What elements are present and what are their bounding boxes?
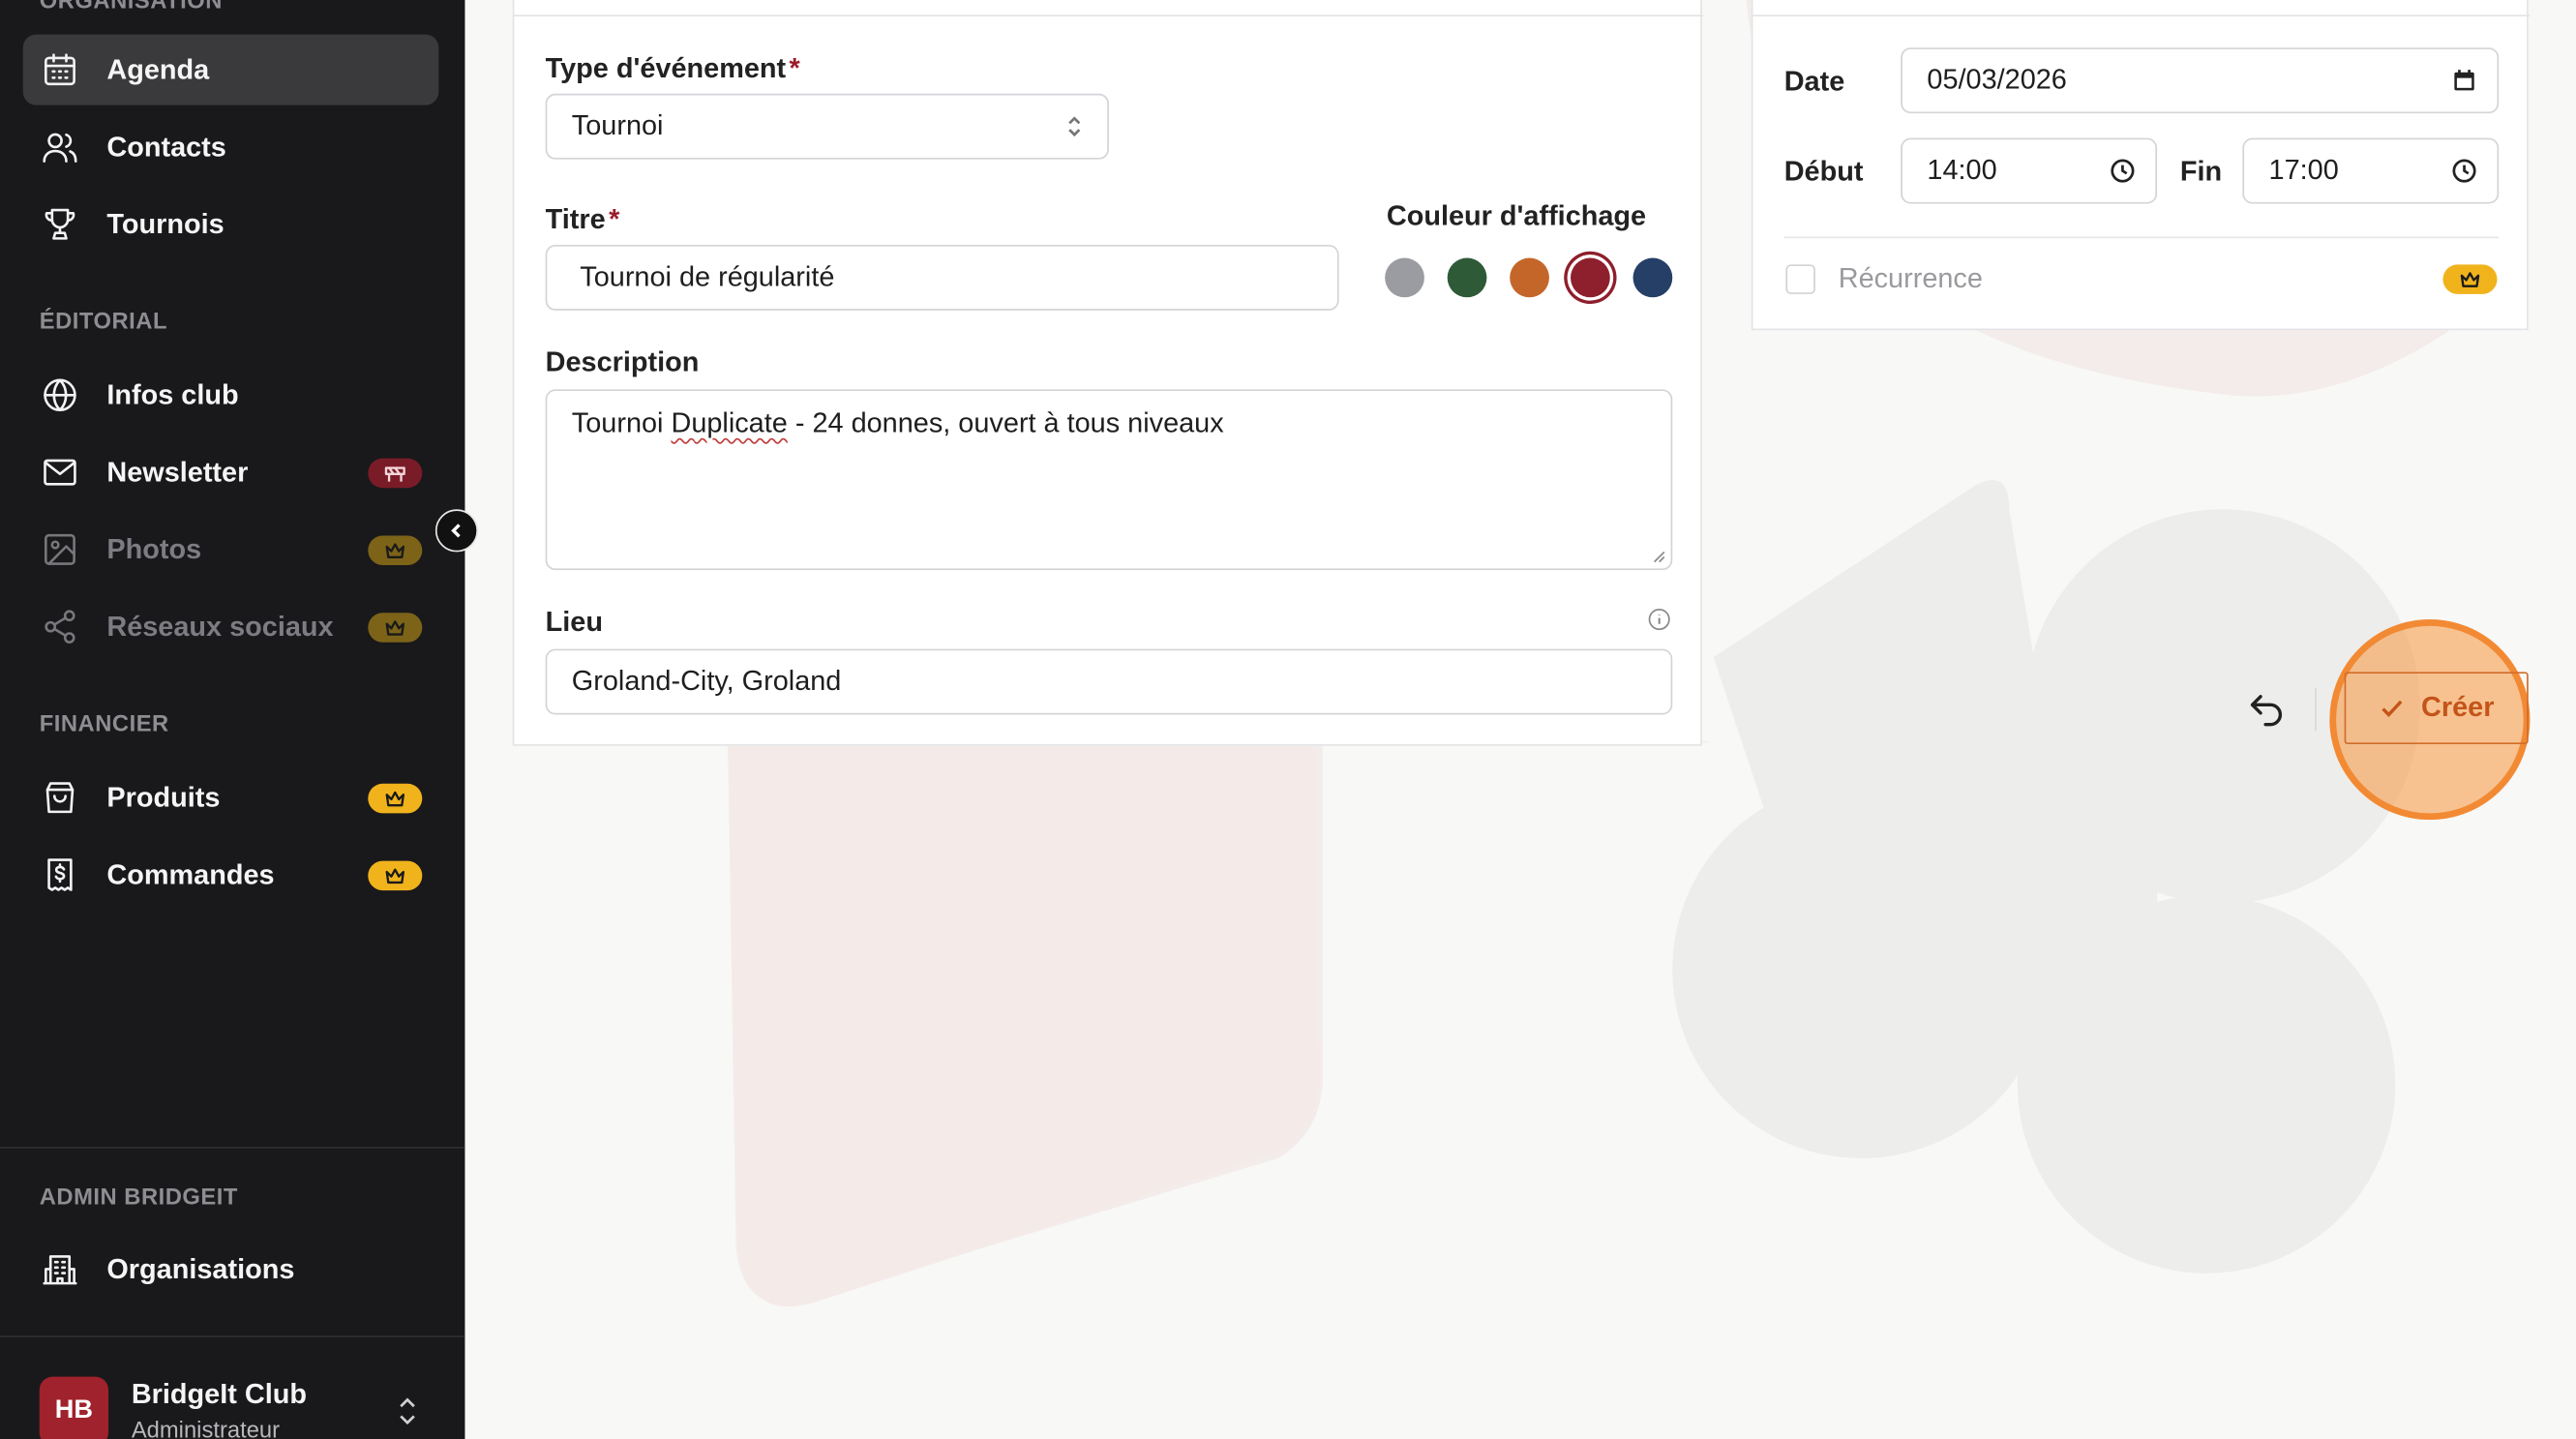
location-value: Groland-City, Groland (571, 665, 842, 697)
date-label: Date (1783, 65, 1845, 98)
section-label-organisation: ORGANISATION (39, 0, 223, 14)
users-icon (40, 128, 79, 167)
sidebar-item-commandes[interactable]: Commandes (23, 840, 439, 911)
event-type-value: Tournoi (571, 109, 664, 142)
calendar-icon (40, 50, 79, 90)
description-textarea[interactable]: Tournoi Duplicate - 24 donnes, ouvert à … (545, 389, 1673, 571)
sidebar-divider (0, 1146, 465, 1149)
sidebar-item-newsletter[interactable]: Newsletter (23, 437, 439, 508)
event-type-select[interactable]: Tournoi (545, 93, 1109, 160)
sidebar-item-produits[interactable]: Produits (23, 763, 439, 833)
premium-crown-badge (368, 783, 423, 814)
sidebar-item-label: Tournois (106, 207, 225, 240)
divider (1783, 236, 2500, 239)
color-swatch-red-selected[interactable] (1571, 257, 1610, 298)
sidebar-collapse-button[interactable] (434, 509, 479, 553)
start-label: Début (1783, 156, 1864, 188)
clock-icon[interactable] (2451, 158, 2477, 184)
chevrons-up-down-icon (1062, 113, 1088, 139)
sidebar-item-photos[interactable]: Photos (23, 514, 439, 585)
sidebar-item-reseaux-sociaux[interactable]: Réseaux sociaux (23, 591, 439, 662)
section-label-admin: ADMIN BRIDGEIT (39, 1183, 238, 1210)
trophy-icon (40, 204, 79, 244)
section-label-financier: FINANCIER (39, 709, 169, 736)
color-swatch-orange[interactable] (1510, 257, 1549, 298)
description-value: Tournoi Duplicate - 24 donnes, ouvert à … (571, 407, 1224, 439)
sidebar-item-label: Photos (106, 532, 202, 565)
sidebar-item-contacts[interactable]: Contacts (23, 111, 439, 182)
calendar-icon[interactable] (2451, 68, 2477, 94)
sidebar: ORGANISATION Agenda Contacts Tournois ÉD… (0, 0, 465, 1439)
section-label-editorial: ÉDITORIAL (39, 307, 167, 334)
title-input[interactable]: Tournoi de régularité (545, 244, 1339, 311)
undo-icon (2250, 695, 2283, 727)
sidebar-item-label: Réseaux sociaux (106, 610, 334, 642)
color-swatch-grey[interactable] (1385, 257, 1424, 298)
location-input[interactable]: Groland-City, Groland (545, 648, 1673, 715)
premium-crown-badge (368, 613, 423, 643)
receipt-icon (40, 855, 79, 895)
date-value: 05/03/2026 (1927, 64, 2067, 96)
image-icon (40, 530, 79, 570)
description-label: Description (545, 346, 700, 378)
color-swatch-navy[interactable] (1632, 257, 1673, 298)
chevrons-up-down-icon[interactable] (394, 1396, 420, 1426)
sidebar-item-tournois[interactable]: Tournois (23, 189, 439, 259)
title-label: Titre * (545, 203, 620, 235)
date-input[interactable]: 05/03/2026 (1901, 47, 2500, 114)
create-button[interactable]: Créer (2344, 672, 2529, 745)
building-icon (40, 1249, 79, 1289)
recurrence-label: Récurrence (1838, 262, 1983, 294)
end-label: Fin (2179, 156, 2223, 188)
check-icon (2381, 700, 2403, 717)
clock-icon[interactable] (2110, 158, 2136, 184)
sidebar-item-organisations[interactable]: Organisations (23, 1234, 439, 1304)
event-form-card: Type d'événement * Tournoi Titre * Tournoi… (512, 0, 1704, 746)
info-icon[interactable] (1648, 608, 1671, 631)
card-divider (514, 15, 1704, 16)
event-type-label: Type d'événement * (545, 52, 800, 84)
undo-button[interactable] (2244, 687, 2291, 734)
sidebar-item-agenda[interactable]: Agenda (22, 34, 439, 105)
premium-crown-badge (368, 535, 423, 566)
sidebar-divider (0, 1335, 465, 1337)
location-label: Lieu (545, 606, 603, 638)
start-time-value: 14:00 (1927, 154, 1997, 186)
mail-icon (40, 453, 79, 493)
sidebar-item-label: Newsletter (106, 456, 249, 488)
premium-crown-badge (368, 860, 423, 891)
sidebar-item-label: Organisations (106, 1252, 295, 1284)
schedule-card: Date 05/03/2026 Début 14:00 Fin 17:00 Ré… (1751, 0, 2531, 331)
user-role: Administrateur (131, 1416, 281, 1439)
action-separator (2315, 688, 2317, 732)
premium-crown-badge (2442, 264, 2498, 294)
globe-icon (40, 375, 79, 415)
sidebar-item-label: Agenda (106, 53, 210, 85)
chevron-left-icon (451, 524, 461, 538)
construction-badge (368, 458, 423, 489)
sidebar-item-label: Contacts (106, 130, 226, 163)
shopping-bag-icon (40, 778, 79, 818)
recurrence-checkbox[interactable] (1785, 264, 1815, 294)
card-divider (1752, 15, 2531, 16)
display-color-label: Couleur d'affichage (1386, 200, 1647, 232)
user-name: BridgeIt Club (131, 1378, 307, 1410)
sidebar-item-label: Infos club (106, 378, 239, 410)
resize-handle-icon[interactable] (1651, 549, 1665, 563)
title-value: Tournoi de régularité (580, 260, 835, 293)
color-swatch-green[interactable] (1447, 257, 1487, 298)
avatar[interactable]: HB (39, 1376, 109, 1439)
sidebar-item-label: Produits (106, 781, 221, 813)
create-button-label: Créer (2421, 691, 2495, 723)
sidebar-item-label: Commandes (106, 858, 275, 890)
end-time-input[interactable]: 17:00 (2242, 137, 2500, 204)
end-time-value: 17:00 (2268, 154, 2339, 186)
sidebar-item-infos-club[interactable]: Infos club (23, 360, 439, 431)
share-icon (40, 607, 79, 646)
start-time-input[interactable]: 14:00 (1901, 137, 2158, 204)
